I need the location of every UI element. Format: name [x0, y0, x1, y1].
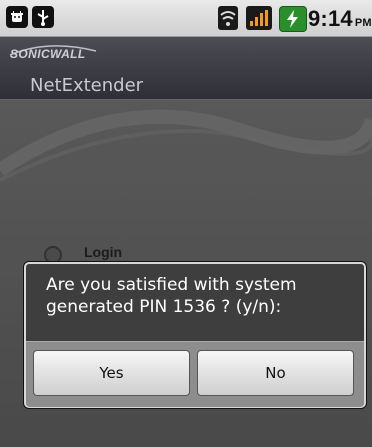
time-value: 9:14 [308, 6, 353, 31]
battery-charging-icon [279, 6, 307, 32]
signal-icon [246, 6, 272, 30]
android-debug-icon [6, 6, 28, 28]
yes-button[interactable]: Yes [33, 350, 190, 396]
time-ampm: PM [354, 17, 372, 29]
app-header: SONICWALL NetExtender [0, 37, 372, 100]
no-button[interactable]: No [197, 350, 354, 396]
status-bar: 9:14 PM [0, 0, 372, 37]
brand-logo: SONICWALL [10, 47, 86, 61]
usb-icon [32, 6, 54, 28]
dialog-message: Are you satisfied with system generated … [46, 275, 297, 317]
pin-confirm-dialog: Are you satisfied with system generated … [24, 262, 366, 408]
status-time: 9:14 PM [308, 6, 372, 32]
dialog-button-bar: Yes No [26, 341, 364, 407]
wifi-icon [218, 6, 238, 30]
app-title: NetExtender [30, 75, 144, 96]
